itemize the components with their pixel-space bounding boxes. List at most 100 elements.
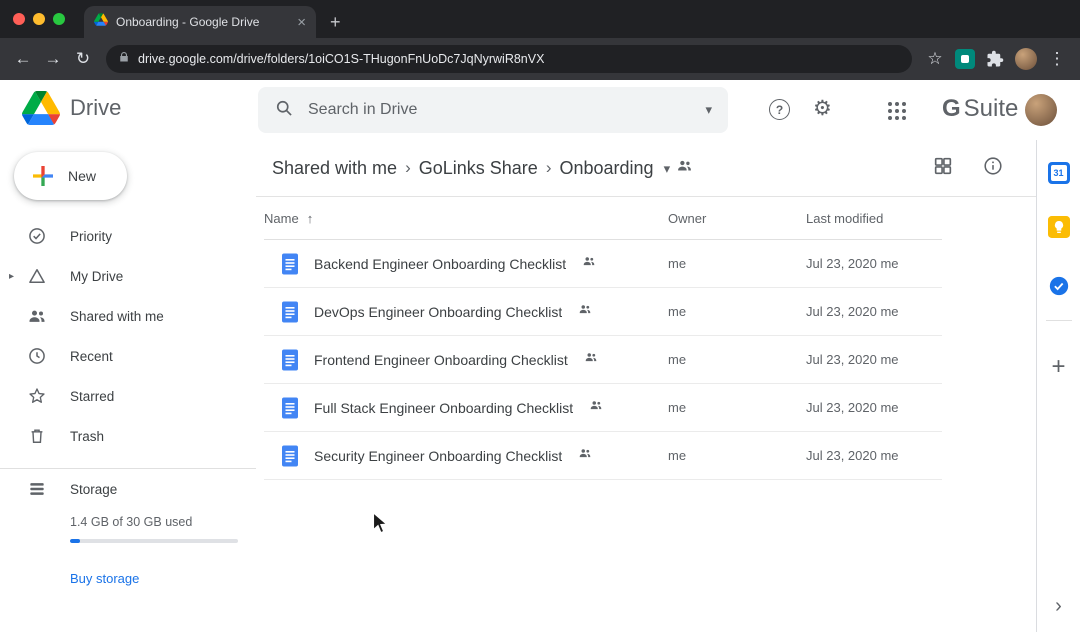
sort-ascending-icon[interactable]: ↑ [307, 211, 314, 226]
file-modified: Jul 23, 2020 me [806, 256, 942, 271]
sidebar-item-label: Priority [70, 229, 112, 244]
expand-arrow-icon[interactable]: ▸ [9, 271, 14, 282]
google-doc-icon [278, 348, 302, 372]
calendar-icon[interactable]: 31 [1048, 162, 1070, 184]
shared-indicator-icon [578, 446, 592, 465]
url-text: drive.google.com/drive/folders/1oiCO1S-T… [138, 52, 544, 66]
sidebar-item-shared-with-me[interactable]: Shared with me [0, 296, 256, 336]
content: New Priority ▸ My Drive [0, 140, 1080, 632]
grid-view-toggle-icon[interactable] [932, 155, 954, 182]
drive-logo[interactable]: Drive [22, 91, 121, 125]
sidebar-item-storage[interactable]: Storage [0, 469, 256, 509]
file-row[interactable]: Frontend Engineer Onboarding Checklist m… [264, 336, 942, 384]
file-modified: Jul 23, 2020 me [806, 448, 942, 463]
chevron-right-icon: › [403, 158, 413, 178]
account-avatar[interactable] [1025, 94, 1057, 126]
drive-header: Drive ▾ ? ⚙ GSuite [0, 80, 1080, 140]
settings-gear-icon[interactable]: ⚙ [813, 96, 832, 121]
back-button[interactable]: ← [8, 44, 38, 74]
drive-logo-icon [22, 91, 60, 125]
new-button-label: New [68, 168, 96, 184]
column-owner[interactable]: Owner [668, 211, 806, 226]
traffic-light-close-button[interactable] [13, 13, 25, 25]
extensions-puzzle-icon[interactable] [980, 44, 1010, 74]
expand-panel-chevron-icon[interactable]: › [1037, 595, 1080, 618]
shared-indicator-icon [584, 350, 598, 369]
rail-divider [1046, 320, 1072, 321]
traffic-light-minimize-button[interactable] [33, 13, 45, 25]
file-row[interactable]: DevOps Engineer Onboarding Checklist me … [264, 288, 942, 336]
info-icon[interactable] [982, 155, 1004, 182]
keep-icon[interactable] [1048, 216, 1070, 243]
sidebar-item-starred[interactable]: Starred [0, 376, 256, 416]
add-addon-icon[interactable]: + [1051, 355, 1065, 379]
google-doc-icon [278, 396, 302, 420]
address-bar[interactable]: drive.google.com/drive/folders/1oiCO1S-T… [106, 45, 912, 73]
calendar-31-label: 31 [1051, 165, 1067, 181]
folder-menu-caret-icon[interactable]: ▾ [664, 161, 671, 177]
clock-icon [27, 346, 47, 366]
column-last-modified[interactable]: Last modified [806, 211, 942, 226]
breadcrumb-item-golinks-share[interactable]: GoLinks Share [413, 158, 544, 179]
column-name[interactable]: Name [264, 211, 299, 226]
window-controls [13, 13, 65, 25]
chevron-right-icon: › [544, 158, 554, 178]
breadcrumb-item-shared-with-me[interactable]: Shared with me [266, 158, 403, 179]
table-header: Name ↑ Owner Last modified [264, 197, 942, 240]
extension-teal-icon[interactable] [955, 49, 975, 69]
side-panel-rail: 31 + › [1036, 140, 1080, 632]
sidebar-item-label: Recent [70, 349, 113, 364]
sidebar-nav: Priority ▸ My Drive Share [0, 216, 256, 456]
search-options-caret-icon[interactable]: ▾ [705, 102, 712, 118]
file-name: Security Engineer Onboarding Checklist [314, 448, 562, 464]
browser-tab-strip: Onboarding - Google Drive × + [0, 0, 1080, 38]
tasks-icon[interactable] [1048, 275, 1070, 302]
file-modified: Jul 23, 2020 me [806, 352, 942, 367]
shared-indicator-icon [589, 398, 603, 417]
new-button[interactable]: New [14, 152, 127, 200]
file-row[interactable]: Security Engineer Onboarding Checklist m… [264, 432, 942, 480]
file-name: Full Stack Engineer Onboarding Checklist [314, 400, 573, 416]
sidebar-item-trash[interactable]: Trash [0, 416, 256, 456]
bookmark-star-icon[interactable]: ☆ [920, 44, 950, 74]
browser-tab[interactable]: Onboarding - Google Drive × [84, 6, 316, 38]
gsuite-g: G [942, 95, 961, 122]
search-icon [274, 98, 294, 123]
file-owner: me [668, 304, 806, 319]
sidebar: New Priority ▸ My Drive [0, 140, 256, 632]
trash-icon [27, 426, 47, 446]
search-input[interactable] [308, 101, 691, 119]
file-row[interactable]: Backend Engineer Onboarding Checklist me… [264, 240, 942, 288]
sidebar-item-recent[interactable]: Recent [0, 336, 256, 376]
file-owner: me [668, 256, 806, 271]
storage-progress-bar [70, 539, 238, 543]
file-table: Name ↑ Owner Last modified Backend [264, 197, 942, 480]
sidebar-item-my-drive[interactable]: ▸ My Drive [0, 256, 256, 296]
search-bar[interactable]: ▾ [258, 87, 728, 133]
browser-profile-avatar[interactable] [1015, 48, 1037, 70]
gsuite-label: Suite [964, 95, 1019, 122]
sidebar-item-label: Starred [70, 389, 114, 404]
traffic-light-zoom-button[interactable] [53, 13, 65, 25]
sidebar-item-priority[interactable]: Priority [0, 216, 256, 256]
buy-storage-link[interactable]: Buy storage [70, 571, 256, 586]
browser-toolbar: ← → ↻ drive.google.com/drive/folders/1oi… [0, 38, 1080, 80]
file-modified: Jul 23, 2020 me [806, 400, 942, 415]
reload-button[interactable]: ↻ [68, 44, 98, 74]
file-name: DevOps Engineer Onboarding Checklist [314, 304, 562, 320]
main-panel: Shared with me › GoLinks Share › Onboard… [256, 140, 1036, 632]
file-row[interactable]: Full Stack Engineer Onboarding Checklist… [264, 384, 942, 432]
breadcrumb-item-onboarding[interactable]: Onboarding [553, 158, 659, 179]
help-button[interactable]: ? [769, 99, 790, 120]
forward-button[interactable]: → [38, 44, 68, 74]
google-doc-icon [278, 444, 302, 468]
google-doc-icon [278, 252, 302, 276]
browser-menu-icon[interactable]: ⋮ [1042, 44, 1072, 74]
tab-close-icon[interactable]: × [297, 15, 306, 30]
priority-check-icon [27, 226, 47, 246]
new-tab-button[interactable]: + [330, 13, 341, 31]
sidebar-item-label: Shared with me [70, 309, 164, 324]
storage-progress-fill [70, 539, 80, 543]
google-apps-grid-icon[interactable] [888, 102, 906, 120]
lock-icon [118, 50, 130, 68]
